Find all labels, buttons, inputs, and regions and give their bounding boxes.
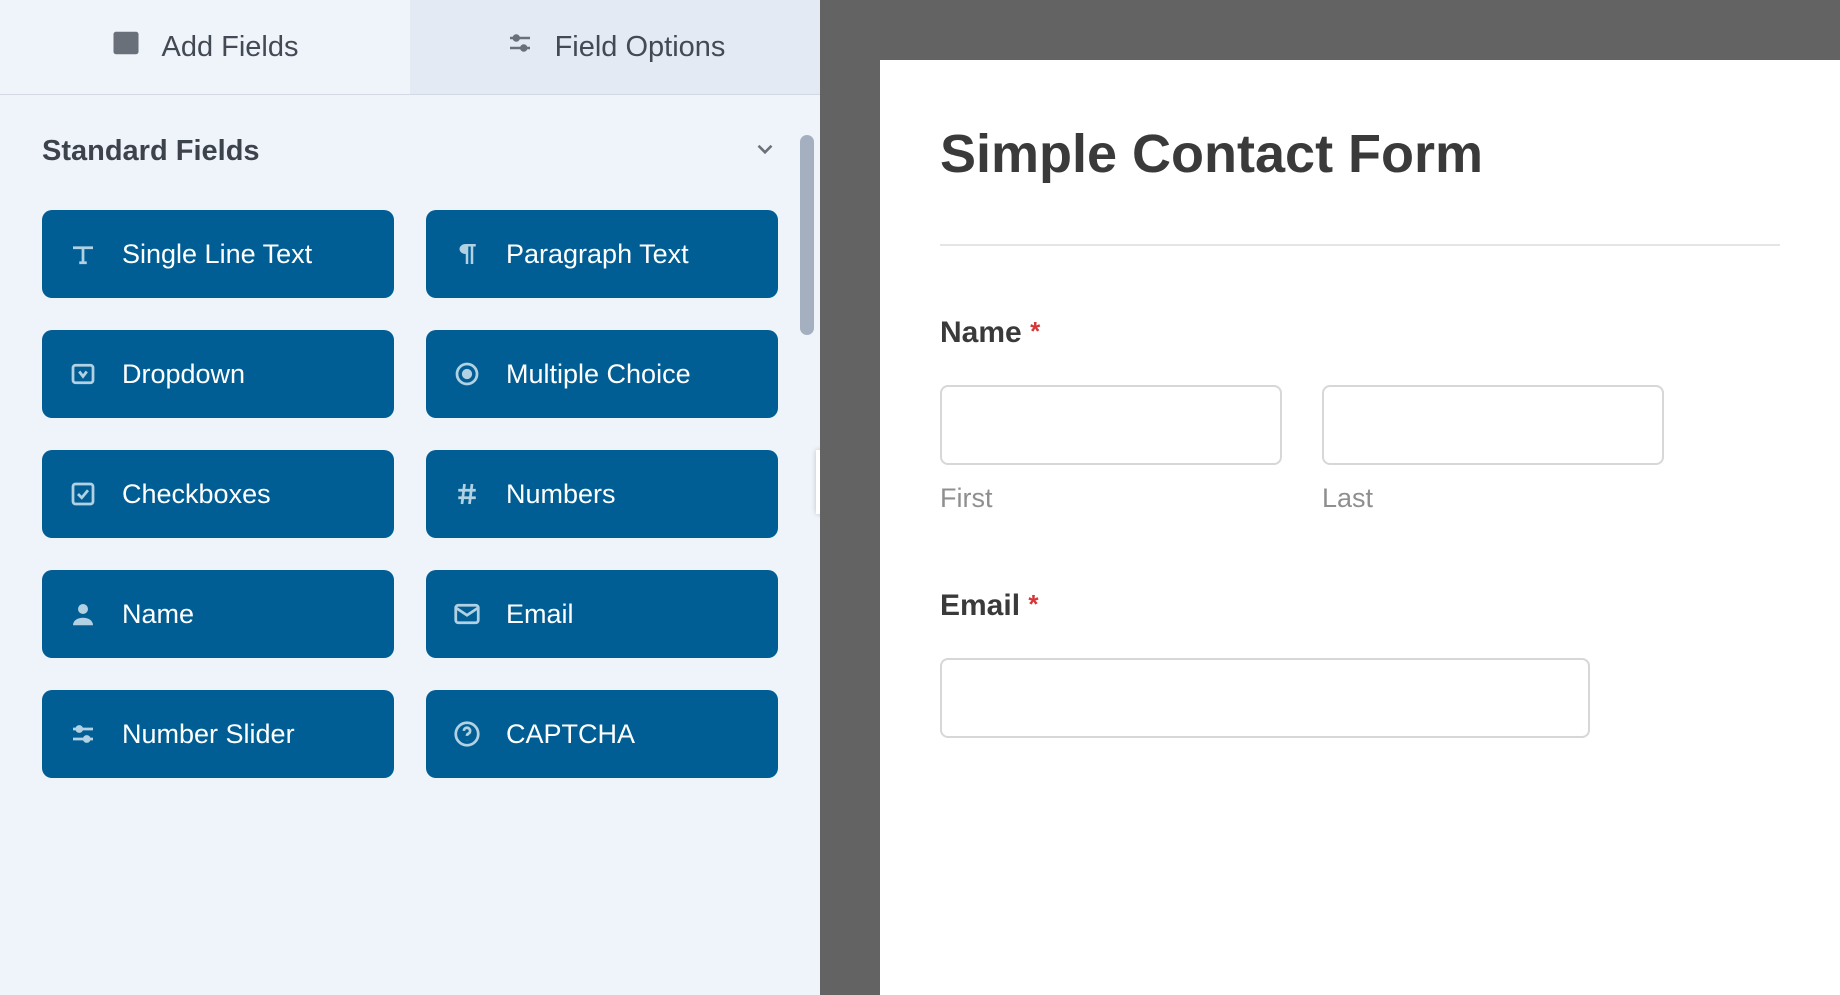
label-email: Email * bbox=[940, 589, 1780, 623]
paragraph-icon bbox=[452, 239, 482, 269]
last-sublabel: Last bbox=[1322, 483, 1664, 514]
field-label: Number Slider bbox=[122, 719, 295, 750]
field-block-email: Email * bbox=[940, 589, 1780, 738]
radio-icon bbox=[452, 359, 482, 389]
sliders-icon bbox=[68, 719, 98, 749]
field-label: Numbers bbox=[506, 479, 616, 510]
dropdown-icon bbox=[68, 359, 98, 389]
tab-add-fields[interactable]: Add Fields bbox=[0, 0, 410, 94]
app-root: Add Fields Field Options Standard Fields… bbox=[0, 0, 1840, 995]
field-multiple-choice[interactable]: Multiple Choice bbox=[426, 330, 778, 418]
text-cursor-icon bbox=[68, 239, 98, 269]
scrollbar-thumb[interactable] bbox=[800, 135, 814, 335]
checkbox-icon bbox=[68, 479, 98, 509]
fields-grid: Single Line Text Paragraph Text Dropdown… bbox=[42, 210, 778, 778]
required-asterisk: * bbox=[1030, 316, 1040, 346]
field-block-name: Name * First Last bbox=[940, 316, 1780, 514]
name-row: First Last bbox=[940, 385, 1450, 514]
field-label: Paragraph Text bbox=[506, 239, 689, 270]
field-dropdown[interactable]: Dropdown bbox=[42, 330, 394, 418]
field-numbers[interactable]: Numbers bbox=[426, 450, 778, 538]
form-title: Simple Contact Form bbox=[940, 125, 1780, 184]
email-input[interactable] bbox=[940, 658, 1590, 738]
tab-field-options[interactable]: Field Options bbox=[410, 0, 820, 94]
first-sublabel: First bbox=[940, 483, 1282, 514]
field-label: Name bbox=[122, 599, 194, 630]
fields-section: Standard Fields Single Line Text Paragra… bbox=[0, 95, 820, 995]
sliders-icon bbox=[505, 28, 535, 66]
divider bbox=[940, 244, 1780, 246]
person-icon bbox=[68, 599, 98, 629]
field-label: CAPTCHA bbox=[506, 719, 635, 750]
field-label: Email bbox=[506, 599, 574, 630]
field-checkboxes[interactable]: Checkboxes bbox=[42, 450, 394, 538]
form-list-icon bbox=[111, 28, 141, 66]
envelope-icon bbox=[452, 599, 482, 629]
form-preview-area: Simple Contact Form Name * First Last bbox=[820, 0, 1840, 995]
first-name-col: First bbox=[940, 385, 1282, 514]
hash-icon bbox=[452, 479, 482, 509]
tab-field-options-label: Field Options bbox=[555, 31, 726, 64]
field-single-line-text[interactable]: Single Line Text bbox=[42, 210, 394, 298]
field-label: Multiple Choice bbox=[506, 359, 691, 390]
sidebar-panel: Add Fields Field Options Standard Fields… bbox=[0, 0, 820, 995]
section-header-standard[interactable]: Standard Fields bbox=[42, 135, 778, 168]
tab-add-fields-label: Add Fields bbox=[161, 31, 298, 64]
field-captcha[interactable]: CAPTCHA bbox=[426, 690, 778, 778]
field-paragraph-text[interactable]: Paragraph Text bbox=[426, 210, 778, 298]
question-circle-icon bbox=[452, 719, 482, 749]
field-number-slider[interactable]: Number Slider bbox=[42, 690, 394, 778]
chevron-down-icon bbox=[752, 136, 778, 167]
last-name-input[interactable] bbox=[1322, 385, 1664, 465]
form-card: Simple Contact Form Name * First Last bbox=[880, 60, 1840, 995]
required-asterisk: * bbox=[1028, 589, 1038, 619]
tab-list: Add Fields Field Options bbox=[0, 0, 820, 95]
label-name: Name * bbox=[940, 316, 1780, 350]
first-name-input[interactable] bbox=[940, 385, 1282, 465]
field-email[interactable]: Email bbox=[426, 570, 778, 658]
last-name-col: Last bbox=[1322, 385, 1664, 514]
section-title-standard: Standard Fields bbox=[42, 135, 260, 168]
field-label: Single Line Text bbox=[122, 239, 312, 270]
field-name[interactable]: Name bbox=[42, 570, 394, 658]
field-label: Dropdown bbox=[122, 359, 245, 390]
field-label: Checkboxes bbox=[122, 479, 271, 510]
